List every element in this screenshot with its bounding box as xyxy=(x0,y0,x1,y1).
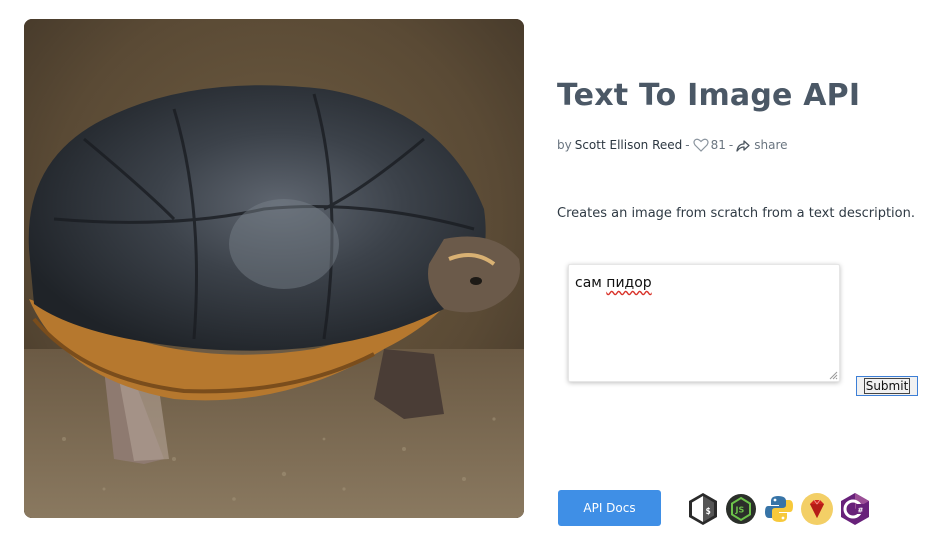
byline-prefix: by xyxy=(557,138,572,152)
prompt-word-misspelled: пидор xyxy=(606,275,652,291)
page-title: Text To Image API xyxy=(557,78,861,113)
like-count: 81 xyxy=(710,138,726,152)
share-label: share xyxy=(754,138,788,152)
byline: by Scott Ellison Reed - 81 - share xyxy=(557,138,788,152)
svg-text:JS: JS xyxy=(735,506,745,515)
api-description: Creates an image from scratch from a tex… xyxy=(557,206,915,221)
csharp-icon[interactable]: # xyxy=(838,492,872,526)
author-link[interactable]: Scott Ellison Reed xyxy=(575,138,683,152)
svg-text:$: $ xyxy=(706,507,711,517)
submit-label: Submit xyxy=(863,378,911,394)
submit-button[interactable]: Submit xyxy=(856,376,918,396)
svg-text:#: # xyxy=(858,507,864,515)
nodejs-icon[interactable]: JS xyxy=(724,492,758,526)
heart-icon xyxy=(693,138,709,152)
prompt-textarea[interactable]: сам пидор xyxy=(568,264,840,382)
separator: - xyxy=(728,138,734,152)
bash-icon[interactable]: $ xyxy=(686,492,720,526)
api-docs-button[interactable]: API Docs xyxy=(558,490,661,526)
language-icons: $ JS # xyxy=(686,491,876,527)
separator: - xyxy=(685,138,690,152)
like-button[interactable]: 81 xyxy=(693,138,726,152)
python-icon[interactable] xyxy=(762,492,796,526)
share-icon xyxy=(736,139,750,152)
share-button[interactable]: share xyxy=(736,138,788,152)
turtle-image xyxy=(24,19,524,518)
ruby-icon[interactable] xyxy=(800,492,834,526)
prompt-word: сам xyxy=(575,275,602,291)
resize-grip-icon[interactable] xyxy=(829,371,838,380)
